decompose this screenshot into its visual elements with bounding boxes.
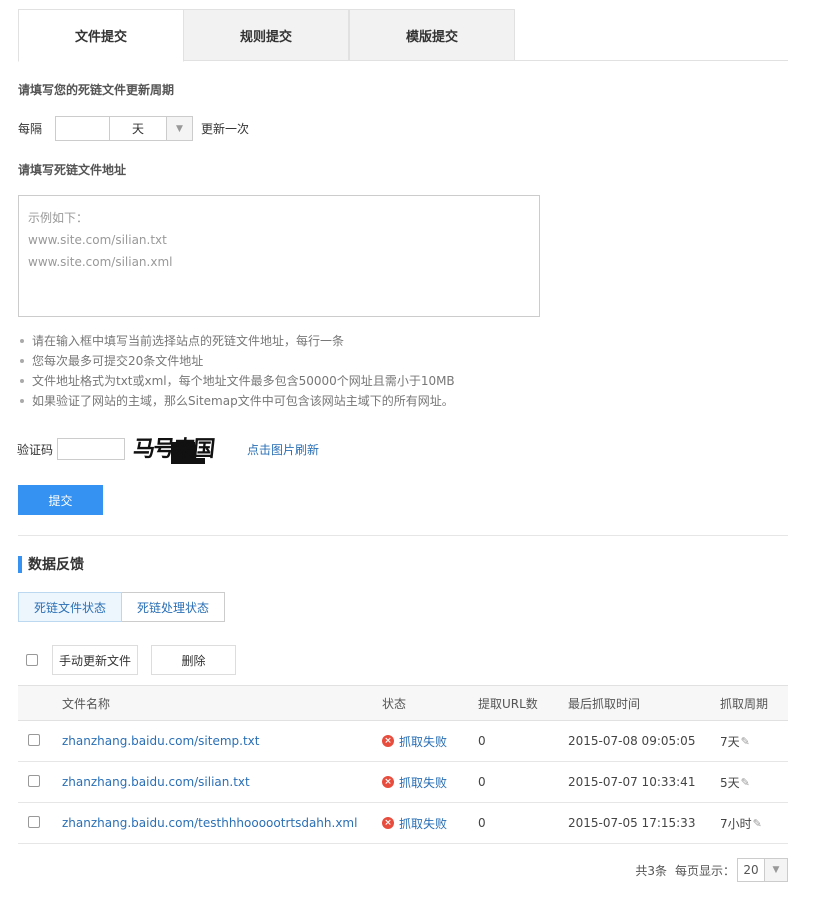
error-icon: × bbox=[382, 817, 394, 829]
table-row: zhanzhang.baidu.com/silian.txt × 抓取失败 0 2… bbox=[18, 761, 788, 803]
url-count: 0 bbox=[478, 761, 568, 803]
captcha-refresh-link[interactable]: 点击图片刷新 bbox=[247, 441, 319, 458]
row-checkbox[interactable] bbox=[28, 815, 40, 828]
last-crawl-time: 2015-07-08 09:05:05 bbox=[568, 720, 720, 762]
feedback-title: 数据反馈 bbox=[18, 555, 84, 573]
tab-rule-submit[interactable]: 规则提交 bbox=[183, 9, 349, 61]
crawl-cycle-value: 7天 bbox=[720, 734, 740, 749]
placeholder-line: www.site.com/silian.xml bbox=[28, 255, 173, 269]
tip-item: 如果验证了网站的主域，那么Sitemap文件中可包含该网站主域下的所有网址。 bbox=[18, 391, 455, 411]
crawl-cycle-value: 5天 bbox=[720, 775, 740, 790]
table-toolbar: 手动更新文件 删除 bbox=[26, 645, 237, 675]
page-size-select[interactable]: 20 ▼ bbox=[737, 858, 788, 882]
update-cycle-row: 每隔 天 ▼ 更新一次 bbox=[18, 116, 249, 141]
tips-list: 请在输入框中填写当前选择站点的死链文件地址，每行一条 您每次最多可提交20条文件… bbox=[18, 331, 455, 411]
row-checkbox[interactable] bbox=[28, 774, 40, 787]
page-size-value: 20 bbox=[738, 859, 765, 881]
placeholder-line: 示例如下： bbox=[28, 211, 89, 225]
status-badge: × 抓取失败 bbox=[382, 733, 478, 750]
header-status: 状态 bbox=[382, 685, 478, 721]
error-icon: × bbox=[382, 776, 394, 788]
file-link[interactable]: zhanzhang.baidu.com/silian.txt bbox=[62, 775, 250, 789]
section-divider bbox=[18, 535, 788, 536]
tab-file-submit[interactable]: 文件提交 bbox=[18, 9, 184, 62]
chevron-down-icon: ▼ bbox=[167, 117, 193, 140]
captcha-image-graphic: 马号来国 bbox=[132, 436, 228, 464]
table-row: zhanzhang.baidu.com/testhhhoooootrtsdahh… bbox=[18, 802, 788, 844]
pagination: 共3条 每页显示： 20 ▼ bbox=[635, 858, 788, 882]
captcha-text: 马号来国 bbox=[133, 437, 215, 462]
per-page-label: 每页显示： bbox=[674, 863, 735, 878]
captcha-image[interactable]: 马号来国 bbox=[132, 432, 233, 466]
header-url-count: 提取URL数 bbox=[478, 685, 568, 721]
crawl-cycle: 5天 ✎ bbox=[720, 774, 788, 791]
status-text[interactable]: 抓取失败 bbox=[399, 815, 447, 832]
captcha-input[interactable] bbox=[57, 438, 126, 460]
submit-button[interactable]: 提交 bbox=[18, 485, 103, 515]
status-badge: × 抓取失败 bbox=[382, 815, 478, 832]
update-cycle-prefix: 每隔 bbox=[18, 122, 43, 136]
edit-icon[interactable]: ✎ bbox=[741, 776, 750, 789]
crawl-cycle-value: 7小时 bbox=[720, 816, 752, 831]
row-checkbox[interactable] bbox=[28, 733, 40, 746]
file-link[interactable]: zhanzhang.baidu.com/testhhhoooootrtsdahh… bbox=[62, 816, 357, 830]
tip-item: 请在输入框中填写当前选择站点的死链文件地址，每行一条 bbox=[18, 331, 455, 351]
tab-template-submit[interactable]: 模版提交 bbox=[349, 9, 515, 61]
last-crawl-time: 2015-07-05 17:15:33 bbox=[568, 802, 720, 844]
status-badge: × 抓取失败 bbox=[382, 774, 478, 791]
error-icon: × bbox=[382, 735, 394, 747]
file-address-textarea[interactable]: 示例如下： www.site.com/silian.txt www.site.c… bbox=[18, 195, 540, 317]
update-cycle-suffix: 更新一次 bbox=[201, 122, 250, 136]
title-accent-bar bbox=[18, 555, 22, 573]
unit-select-value: 天 bbox=[110, 117, 168, 140]
update-cycle-title: 请填写您的死链文件更新周期 bbox=[18, 83, 175, 97]
captcha-row: 验证码 马号来国 点击图片刷新 bbox=[17, 432, 319, 466]
deadlink-file-table: 文件名称 状态 提取URL数 最后抓取时间 抓取周期 zhanzhang.bai… bbox=[18, 685, 788, 844]
file-link[interactable]: zhanzhang.baidu.com/sitemp.txt bbox=[62, 734, 259, 748]
edit-icon[interactable]: ✎ bbox=[753, 817, 762, 830]
url-count: 0 bbox=[478, 802, 568, 844]
tip-item: 文件地址格式为txt或xml，每个地址文件最多包含50000个网址且需小于10M… bbox=[18, 371, 455, 391]
crawl-cycle: 7天 ✎ bbox=[720, 733, 788, 750]
header-last-crawl: 最后抓取时间 bbox=[568, 685, 720, 721]
header-checkbox-cell bbox=[18, 685, 62, 721]
last-crawl-time: 2015-07-07 10:33:41 bbox=[568, 761, 720, 803]
url-count: 0 bbox=[478, 720, 568, 762]
subtab-deadlink-process-status[interactable]: 死链处理状态 bbox=[122, 592, 226, 622]
status-text[interactable]: 抓取失败 bbox=[399, 774, 447, 791]
captcha-label: 验证码 bbox=[17, 442, 54, 457]
feedback-title-text: 数据反馈 bbox=[28, 557, 84, 573]
update-cycle-unit-select[interactable]: 天 ▼ bbox=[109, 116, 194, 141]
table-row: zhanzhang.baidu.com/sitemp.txt × 抓取失败 0 2… bbox=[18, 720, 788, 762]
file-address-title: 请填写死链文件地址 bbox=[18, 163, 127, 177]
delete-button[interactable]: 删除 bbox=[151, 645, 237, 675]
subtab-deadlink-file-status[interactable]: 死链文件状态 bbox=[18, 592, 123, 622]
submit-method-tabs: 文件提交 规则提交 模版提交 bbox=[18, 9, 788, 62]
manual-update-button[interactable]: 手动更新文件 bbox=[52, 645, 139, 675]
crawl-cycle: 7小时 ✎ bbox=[720, 815, 788, 832]
feedback-subtabs: 死链文件状态 死链处理状态 bbox=[18, 592, 226, 622]
table-header-row: 文件名称 状态 提取URL数 最后抓取时间 抓取周期 bbox=[18, 685, 788, 721]
tip-item: 您每次最多可提交20条文件地址 bbox=[18, 351, 455, 371]
total-count: 共3条 bbox=[635, 863, 667, 878]
chevron-down-icon: ▼ bbox=[765, 859, 787, 881]
update-cycle-number-input[interactable] bbox=[55, 116, 110, 141]
placeholder-line: www.site.com/silian.txt bbox=[28, 233, 167, 247]
header-crawl-cycle: 抓取周期 bbox=[720, 685, 788, 721]
edit-icon[interactable]: ✎ bbox=[741, 735, 750, 748]
select-all-checkbox[interactable] bbox=[26, 654, 38, 666]
header-file-name: 文件名称 bbox=[62, 685, 382, 721]
status-text[interactable]: 抓取失败 bbox=[399, 733, 447, 750]
